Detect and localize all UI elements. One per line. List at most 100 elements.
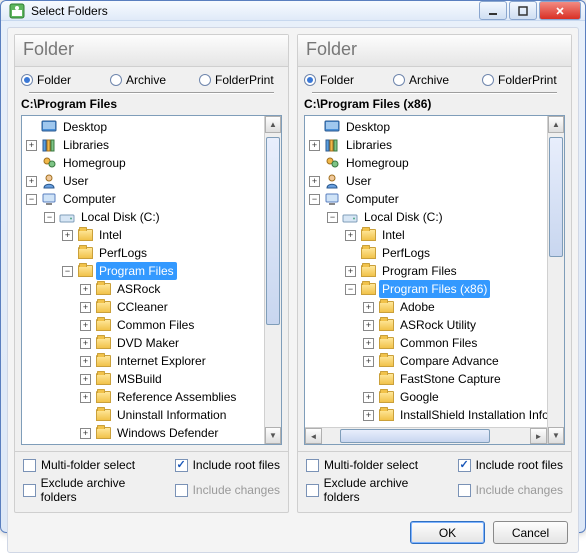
expand-icon[interactable] xyxy=(363,338,374,349)
radio-folderprint[interactable]: FolderPrint xyxy=(482,73,565,87)
checkbox-multi-folder-select[interactable]: Multi-folder select xyxy=(23,458,161,472)
expand-icon[interactable] xyxy=(80,374,91,385)
expand-icon[interactable] xyxy=(345,266,356,277)
scrollbar-track[interactable] xyxy=(265,133,281,427)
expand-icon[interactable] xyxy=(80,284,91,295)
horizontal-scrollbar[interactable]: ◄► xyxy=(305,427,547,444)
folder-icon xyxy=(360,245,376,261)
scrollbar-thumb[interactable] xyxy=(549,137,563,257)
checkbox-multi-folder-select[interactable]: Multi-folder select xyxy=(306,458,444,472)
folder-tree[interactable]: DesktopLibrariesHomegroupUserComputerLoc… xyxy=(305,116,547,427)
expand-icon[interactable] xyxy=(26,140,37,151)
expand-icon[interactable] xyxy=(80,392,91,403)
tree-node[interactable]: User xyxy=(305,172,547,190)
expand-icon[interactable] xyxy=(26,176,37,187)
tree-node[interactable]: Common Files xyxy=(305,334,547,352)
checkbox-exclude-archive-folders[interactable]: Exclude archive folders xyxy=(306,476,444,504)
tree-node[interactable]: Windows Defender xyxy=(22,424,264,442)
collapse-icon[interactable] xyxy=(62,266,73,277)
expander-spacer xyxy=(363,374,374,385)
expand-icon[interactable] xyxy=(363,392,374,403)
vertical-scrollbar[interactable]: ▲▼ xyxy=(264,116,281,444)
collapse-icon[interactable] xyxy=(44,212,55,223)
expand-icon[interactable] xyxy=(363,356,374,367)
vertical-scrollbar[interactable]: ▲▼ xyxy=(547,116,564,444)
maximize-button[interactable] xyxy=(509,1,537,20)
scrollbar-thumb[interactable] xyxy=(340,429,490,443)
tree-node[interactable]: ASRock xyxy=(22,280,264,298)
tree-node[interactable]: Program Files (x86) xyxy=(305,280,547,298)
tree-node[interactable]: Desktop xyxy=(22,118,264,136)
tree-node[interactable]: Internet Explorer xyxy=(22,352,264,370)
tree-node[interactable]: Local Disk (C:) xyxy=(22,208,264,226)
tree-node[interactable]: Homegroup xyxy=(305,154,547,172)
titlebar[interactable]: Select Folders xyxy=(1,1,585,21)
tree-node-label: PerfLogs xyxy=(96,244,150,262)
tree-node[interactable]: Uninstall Information xyxy=(22,406,264,424)
expand-icon[interactable] xyxy=(363,320,374,331)
tree-node[interactable]: FastStone Capture xyxy=(305,370,547,388)
tree-node[interactable]: Local Disk (C:) xyxy=(305,208,547,226)
expand-icon[interactable] xyxy=(80,338,91,349)
scrollbar-track[interactable] xyxy=(548,133,564,427)
tree-node[interactable]: PerfLogs xyxy=(305,244,547,262)
tree-node[interactable]: PerfLogs xyxy=(22,244,264,262)
expand-icon[interactable] xyxy=(345,230,356,241)
tree-node[interactable]: Homegroup xyxy=(22,154,264,172)
expand-icon[interactable] xyxy=(80,302,91,313)
checkbox-include-root-files[interactable]: Include root files xyxy=(458,458,563,472)
tree-container: DesktopLibrariesHomegroupUserComputerLoc… xyxy=(304,115,565,445)
radio-folder[interactable]: Folder xyxy=(21,73,104,87)
scrollbar-track[interactable] xyxy=(322,428,530,444)
scrollbar-thumb[interactable] xyxy=(266,137,280,325)
tree-node[interactable]: InstallShield Installation Inform xyxy=(305,406,547,424)
checkbox-include-root-files[interactable]: Include root files xyxy=(175,458,280,472)
expand-icon[interactable] xyxy=(80,320,91,331)
tree-node[interactable]: Program Files xyxy=(22,262,264,280)
tree-node[interactable]: DVD Maker xyxy=(22,334,264,352)
minimize-button[interactable] xyxy=(479,1,507,20)
tree-node[interactable]: Reference Assemblies xyxy=(22,388,264,406)
tree-node[interactable]: Program Files xyxy=(305,262,547,280)
radio-folder[interactable]: Folder xyxy=(304,73,387,87)
tree-node[interactable]: User xyxy=(22,172,264,190)
expand-icon[interactable] xyxy=(309,140,320,151)
scroll-right-icon[interactable]: ► xyxy=(530,428,547,444)
tree-node[interactable]: CCleaner xyxy=(22,298,264,316)
expand-icon[interactable] xyxy=(363,302,374,313)
collapse-icon[interactable] xyxy=(345,284,356,295)
tree-node[interactable]: Libraries xyxy=(305,136,547,154)
tree-node[interactable]: MSBuild xyxy=(22,370,264,388)
radio-archive[interactable]: Archive xyxy=(110,73,193,87)
expand-icon[interactable] xyxy=(80,428,91,439)
folder-tree[interactable]: DesktopLibrariesHomegroupUserComputerLoc… xyxy=(22,116,264,444)
tree-node[interactable]: Desktop xyxy=(305,118,547,136)
collapse-icon[interactable] xyxy=(26,194,37,205)
expand-icon[interactable] xyxy=(363,410,374,421)
checkbox-exclude-archive-folders[interactable]: Exclude archive folders xyxy=(23,476,161,504)
tree-node[interactable]: Adobe xyxy=(305,298,547,316)
tree-node[interactable]: Libraries xyxy=(22,136,264,154)
scroll-down-icon[interactable]: ▼ xyxy=(548,427,564,444)
tree-node[interactable]: Compare Advance xyxy=(305,352,547,370)
expand-icon[interactable] xyxy=(62,230,73,241)
scroll-down-icon[interactable]: ▼ xyxy=(265,427,281,444)
scroll-up-icon[interactable]: ▲ xyxy=(265,116,281,133)
tree-node[interactable]: Intel xyxy=(305,226,547,244)
tree-node[interactable]: Google xyxy=(305,388,547,406)
collapse-icon[interactable] xyxy=(309,194,320,205)
expand-icon[interactable] xyxy=(309,176,320,187)
expand-icon[interactable] xyxy=(80,356,91,367)
tree-node[interactable]: ASRock Utility xyxy=(305,316,547,334)
tree-node-label: Libraries xyxy=(60,136,112,154)
tree-node[interactable]: Common Files xyxy=(22,316,264,334)
tree-node[interactable]: Computer xyxy=(305,190,547,208)
scroll-left-icon[interactable]: ◄ xyxy=(305,428,322,444)
close-button[interactable] xyxy=(539,1,581,20)
scroll-up-icon[interactable]: ▲ xyxy=(548,116,564,133)
collapse-icon[interactable] xyxy=(327,212,338,223)
radio-folderprint[interactable]: FolderPrint xyxy=(199,73,282,87)
tree-node[interactable]: Intel xyxy=(22,226,264,244)
tree-node[interactable]: Computer xyxy=(22,190,264,208)
radio-archive[interactable]: Archive xyxy=(393,73,476,87)
